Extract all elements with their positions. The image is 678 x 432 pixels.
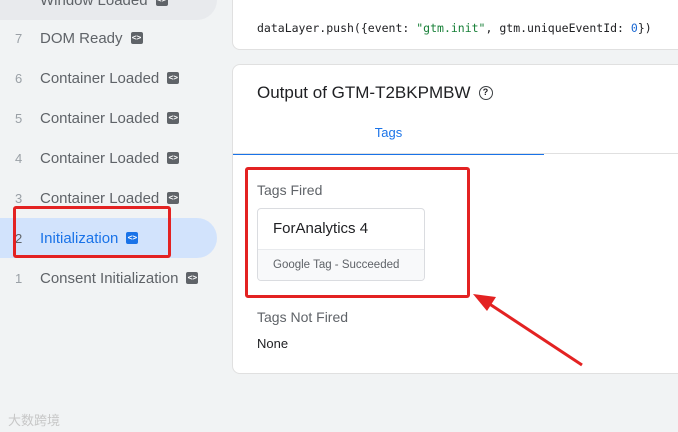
watermark: 大数跨境	[8, 413, 61, 428]
annotation-arrow	[473, 294, 583, 367]
